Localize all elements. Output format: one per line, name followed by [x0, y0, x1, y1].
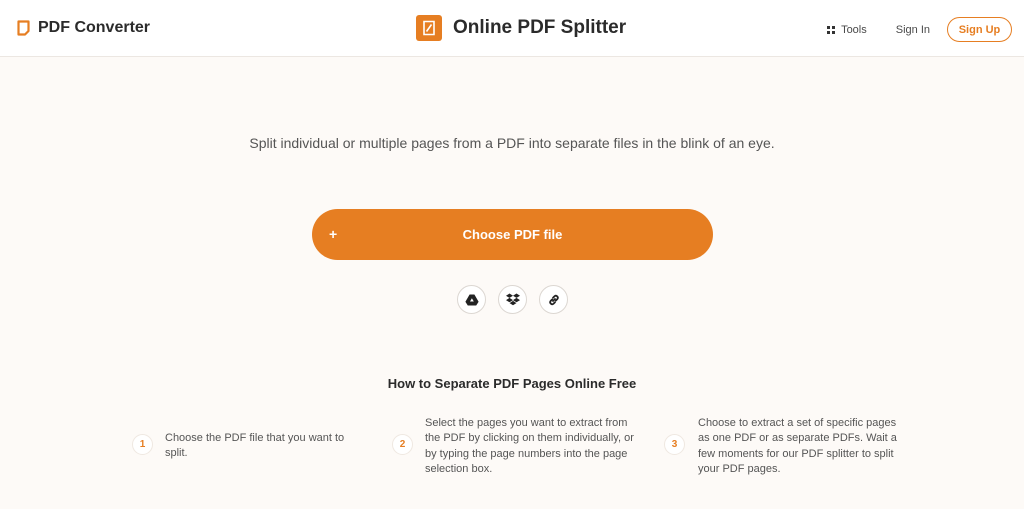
dropbox-icon — [505, 293, 520, 306]
step-description: Choose to extract a set of specific page… — [698, 417, 897, 475]
split-pdf-icon — [416, 15, 442, 41]
link-icon — [548, 294, 559, 305]
header-nav: Tools Sign In Sign Up — [827, 16, 1012, 43]
tools-label: Tools — [841, 23, 867, 36]
url-link-button[interactable] — [539, 285, 568, 314]
tools-menu[interactable]: Tools — [827, 24, 867, 36]
signin-link[interactable]: Sign In — [896, 24, 930, 36]
step-description: Choose the PDF file that you want to spl… — [165, 432, 345, 460]
step-number-badge: 3 — [664, 434, 685, 455]
step-number-badge: 1 — [132, 434, 153, 455]
page-title-group: Online PDF Splitter — [416, 14, 626, 42]
how-to-heading: How to Separate PDF Pages Online Free — [387, 376, 637, 391]
choose-pdf-file-label: Choose PDF file — [462, 227, 563, 242]
grid-icon — [827, 25, 836, 34]
brand-logo-link[interactable]: PDF Converter — [17, 18, 150, 38]
dropbox-button[interactable] — [498, 285, 527, 314]
brand-name: PDF Converter — [38, 19, 151, 36]
google-drive-icon — [464, 294, 479, 305]
google-drive-button[interactable] — [457, 285, 486, 314]
page-title: Online PDF Splitter — [453, 17, 627, 38]
document-logo-icon — [17, 20, 30, 36]
hero-subtitle: Split individual or multiple pages from … — [249, 135, 775, 151]
step-description: Select the pages you want to extract fro… — [425, 417, 634, 475]
choose-pdf-file-button[interactable]: + Choose PDF file — [312, 209, 713, 260]
step-number-badge: 2 — [392, 434, 413, 455]
signup-button[interactable]: Sign Up — [947, 17, 1012, 42]
top-header: PDF Converter Online PDF Splitter Tools … — [0, 0, 1024, 57]
